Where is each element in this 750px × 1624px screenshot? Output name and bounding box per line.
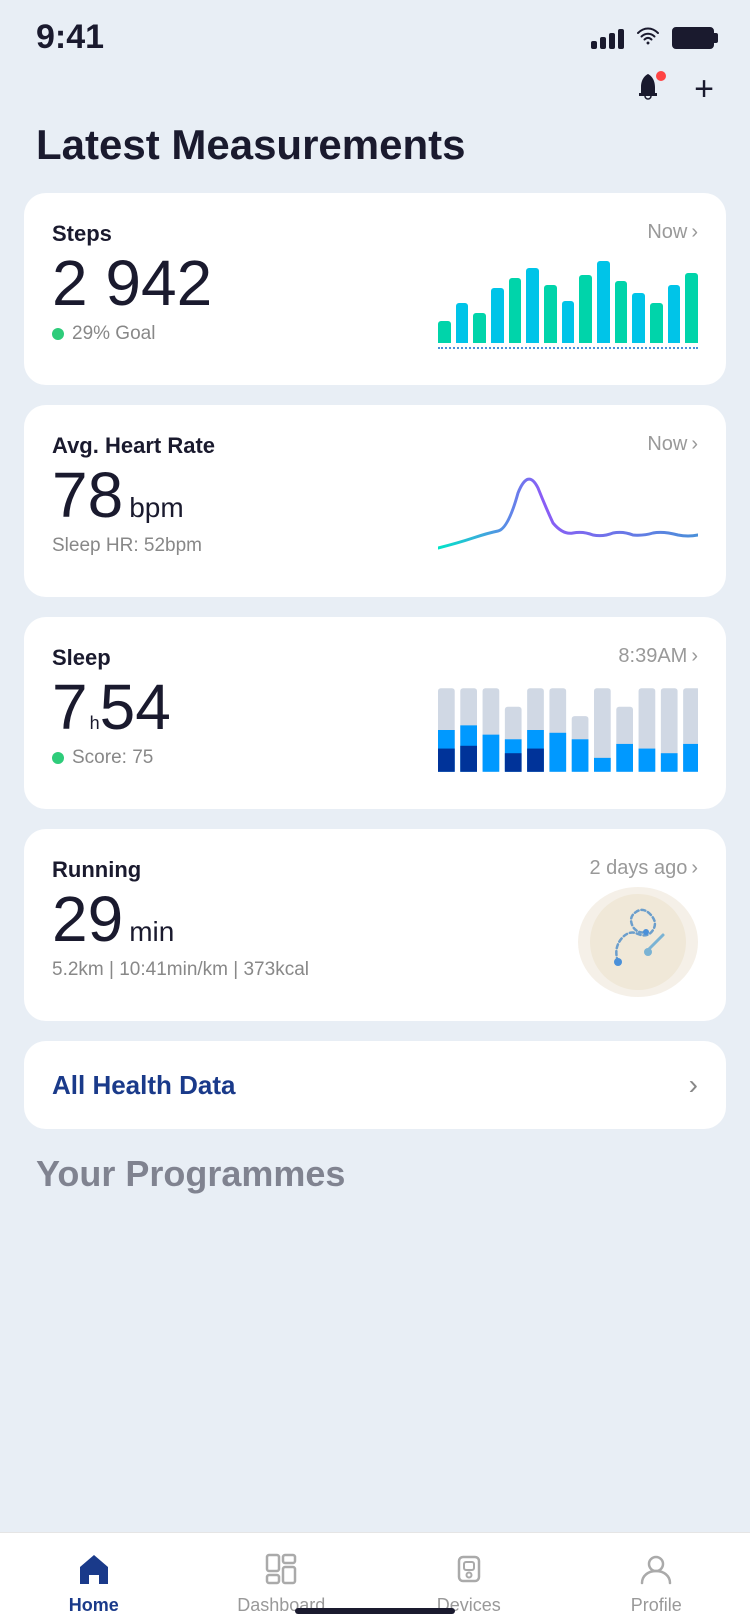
steps-card[interactable]: Steps Now › 2 942 29% Goal: [24, 193, 726, 385]
home-indicator: [295, 1608, 455, 1614]
sleep-inner: 7 h 54 Score: 75: [52, 675, 698, 785]
all-health-label: All Health Data: [52, 1070, 236, 1101]
steps-label: Steps: [52, 221, 112, 247]
sleep-time: 8:39AM ›: [618, 645, 698, 668]
nav-home-label: Home: [69, 1595, 119, 1616]
notification-bell-button[interactable]: [626, 67, 670, 111]
running-sub: 5.2km | 10:41min/km | 373kcal: [52, 959, 438, 981]
sleep-chart: [438, 675, 698, 785]
heart-rate-card[interactable]: Avg. Heart Rate Now › 78 bpm Sleep HR: 5…: [24, 405, 726, 597]
add-button[interactable]: +: [694, 72, 714, 106]
nav-dashboard[interactable]: Dashboard: [188, 1549, 376, 1616]
hr-value: 78: [52, 463, 123, 527]
steps-chart: [438, 251, 698, 361]
steps-baseline: [438, 347, 698, 349]
running-time: 2 days ago ›: [589, 857, 698, 880]
all-health-arrow: ›: [689, 1069, 698, 1101]
sleep-h-unit: h: [90, 713, 100, 734]
all-health-data-card[interactable]: All Health Data ›: [24, 1041, 726, 1129]
sleep-label: Sleep: [52, 645, 111, 671]
steps-inner: 2 942 29% Goal: [52, 251, 698, 361]
sleep-card-header: Sleep 8:39AM ›: [52, 645, 698, 671]
sleep-hours: 7: [52, 675, 88, 739]
wifi-icon: [636, 25, 660, 51]
running-unit: min: [129, 916, 174, 948]
hr-unit: bpm: [129, 492, 183, 524]
running-card-header: Running 2 days ago ›: [52, 857, 698, 883]
sleep-mins: 54: [100, 675, 171, 739]
profile-icon: [636, 1549, 676, 1589]
devices-icon: [449, 1549, 489, 1589]
running-map: [578, 887, 698, 997]
programmes-title: Your Programmes: [0, 1129, 750, 1205]
steps-time-arrow: ›: [691, 221, 698, 244]
steps-sub: 29% Goal: [52, 323, 438, 345]
status-icons: [591, 25, 714, 51]
running-value: 29: [52, 887, 123, 951]
running-time-arrow: ›: [691, 857, 698, 880]
notification-badge: [654, 69, 668, 83]
hr-card-header: Avg. Heart Rate Now ›: [52, 433, 698, 459]
running-label: Running: [52, 857, 141, 883]
goal-dot: [52, 328, 64, 340]
nav-profile-label: Profile: [631, 1595, 682, 1616]
steps-card-header: Steps Now ›: [52, 221, 698, 247]
running-inner: 29 min 5.2km | 10:41min/km | 373kcal: [52, 887, 698, 997]
hr-chart: [438, 463, 698, 573]
nav-home[interactable]: Home: [0, 1549, 188, 1616]
sleep-score-dot: [52, 752, 64, 764]
hr-time: Now ›: [647, 433, 698, 456]
dashboard-icon: [261, 1549, 301, 1589]
steps-bars: [438, 253, 698, 343]
hr-time-arrow: ›: [691, 433, 698, 456]
hr-inner: 78 bpm Sleep HR: 52bpm: [52, 463, 698, 573]
running-route-icon: [588, 892, 688, 992]
status-bar: 9:41: [0, 0, 750, 67]
running-card[interactable]: Running 2 days ago › 29 min 5.2km | 10:4…: [24, 829, 726, 1021]
sleep-sub: Score: 75: [52, 747, 438, 769]
steps-value: 2 942: [52, 251, 212, 315]
nav-profile[interactable]: Profile: [563, 1549, 750, 1616]
sleep-time-arrow: ›: [691, 645, 698, 668]
battery-icon: [672, 27, 714, 49]
hr-label: Avg. Heart Rate: [52, 433, 215, 459]
signal-icon: [591, 27, 624, 49]
nav-devices[interactable]: Devices: [375, 1549, 563, 1616]
page-title: Latest Measurements: [0, 121, 750, 193]
cards-container: Steps Now › 2 942 29% Goal: [0, 193, 750, 1129]
steps-time: Now ›: [647, 221, 698, 244]
header-actions: +: [0, 67, 750, 121]
status-time: 9:41: [36, 18, 104, 57]
home-icon: [74, 1549, 114, 1589]
sleep-card[interactable]: Sleep 8:39AM › 7 h 54 Score: 75: [24, 617, 726, 809]
hr-sub: Sleep HR: 52bpm: [52, 535, 438, 557]
